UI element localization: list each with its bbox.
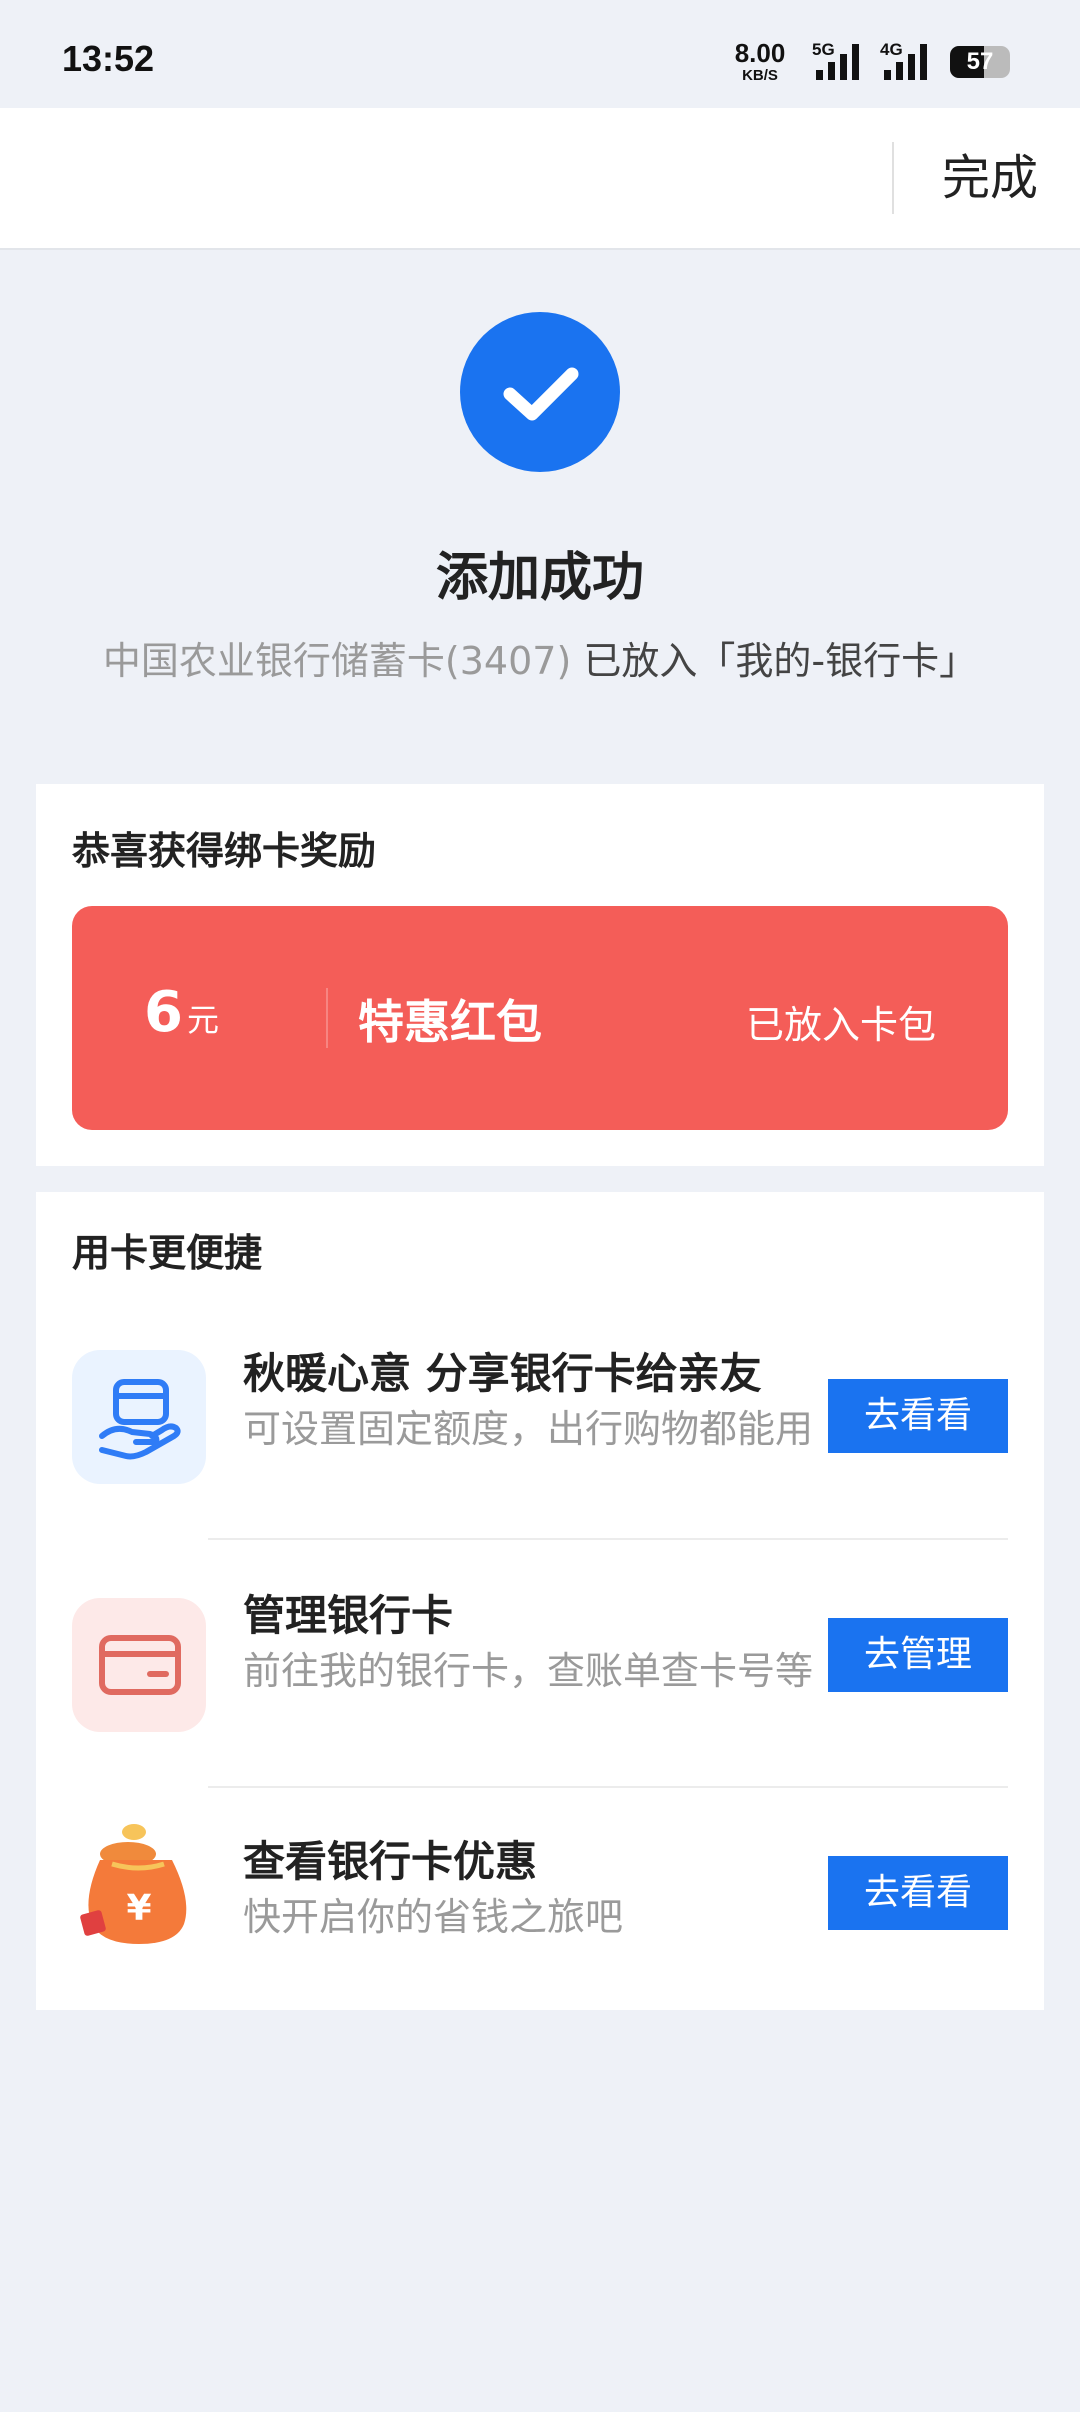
feature-title: 查看银行卡优惠 <box>243 1837 538 1886</box>
reward-card: 恭喜获得绑卡奖励 6元 特惠红包 已放入卡包 <box>36 784 1044 1166</box>
features-card: 用卡更便捷 秋暖心意 分享银行卡给亲友 可设置固定额度，出行购物都能用 去看看 … <box>36 1192 1044 2010</box>
top-nav-bar: 完成 <box>0 108 1080 250</box>
check-icon <box>460 312 620 472</box>
network-speed-unit: KB/S <box>742 67 778 84</box>
red-packet-coupon[interactable]: 6元 特惠红包 已放入卡包 <box>72 906 1008 1130</box>
coupon-amount-value: 6 <box>144 980 183 1045</box>
feature-title: 管理银行卡 <box>243 1591 454 1640</box>
svg-text:¥: ¥ <box>126 1888 151 1929</box>
manage-card-button[interactable]: 去管理 <box>828 1618 1008 1692</box>
coupon-divider <box>326 988 328 1048</box>
feature-description: 可设置固定额度，出行购物都能用 <box>243 1407 814 1451</box>
status-bar: 13:52 8.00 KB/S 5G 4G 57 <box>0 0 1080 108</box>
placed-text: 已放入「我的-银行卡」 <box>583 639 978 683</box>
feature-description: 前往我的银行卡，查账单查卡号等 <box>243 1649 814 1693</box>
bank-card-icon <box>72 1598 206 1732</box>
feature-item-share-card[interactable]: 秋暖心意 分享银行卡给亲友 可设置固定额度，出行购物都能用 去看看 <box>36 1300 1044 1540</box>
coupon-amount-unit: 元 <box>186 1001 219 1039</box>
view-share-button[interactable]: 去看看 <box>828 1379 1008 1453</box>
coupon-status: 已放入卡包 <box>745 1003 936 1047</box>
battery-icon: 57 <box>950 46 1010 78</box>
money-bag-icon: ¥ <box>72 1820 206 1954</box>
status-time: 13:52 <box>62 38 155 79</box>
done-button[interactable]: 完成 <box>920 148 1060 208</box>
share-card-icon <box>72 1350 206 1484</box>
coupon-amount: 6元 <box>144 980 219 1045</box>
feature-title: 秋暖心意 分享银行卡给亲友 <box>243 1349 762 1398</box>
feature-description: 快开启你的省钱之旅吧 <box>243 1895 624 1939</box>
features-title: 用卡更便捷 <box>72 1231 263 1275</box>
nav-divider <box>892 142 894 214</box>
feature-item-card-offers[interactable]: ¥ 查看银行卡优惠 快开启你的省钱之旅吧 去看看 <box>36 1786 1044 1986</box>
card-info: 中国农业银行储蓄卡(3407) <box>102 639 572 683</box>
reward-title: 恭喜获得绑卡奖励 <box>72 829 377 873</box>
success-title: 添加成功 <box>435 548 644 608</box>
coupon-name: 特惠红包 <box>358 995 542 1049</box>
network-speed-value: 8.00 <box>734 38 786 68</box>
view-offers-button[interactable]: 去看看 <box>828 1856 1008 1930</box>
battery-level: 57 <box>966 48 994 75</box>
network-speed: 8.00 KB/S <box>728 40 792 83</box>
feature-item-manage-card[interactable]: 管理银行卡 前往我的银行卡，查账单查卡号等 去管理 <box>36 1540 1044 1788</box>
success-description: 中国农业银行储蓄卡(3407) 已放入「我的-银行卡」 <box>0 630 1080 685</box>
